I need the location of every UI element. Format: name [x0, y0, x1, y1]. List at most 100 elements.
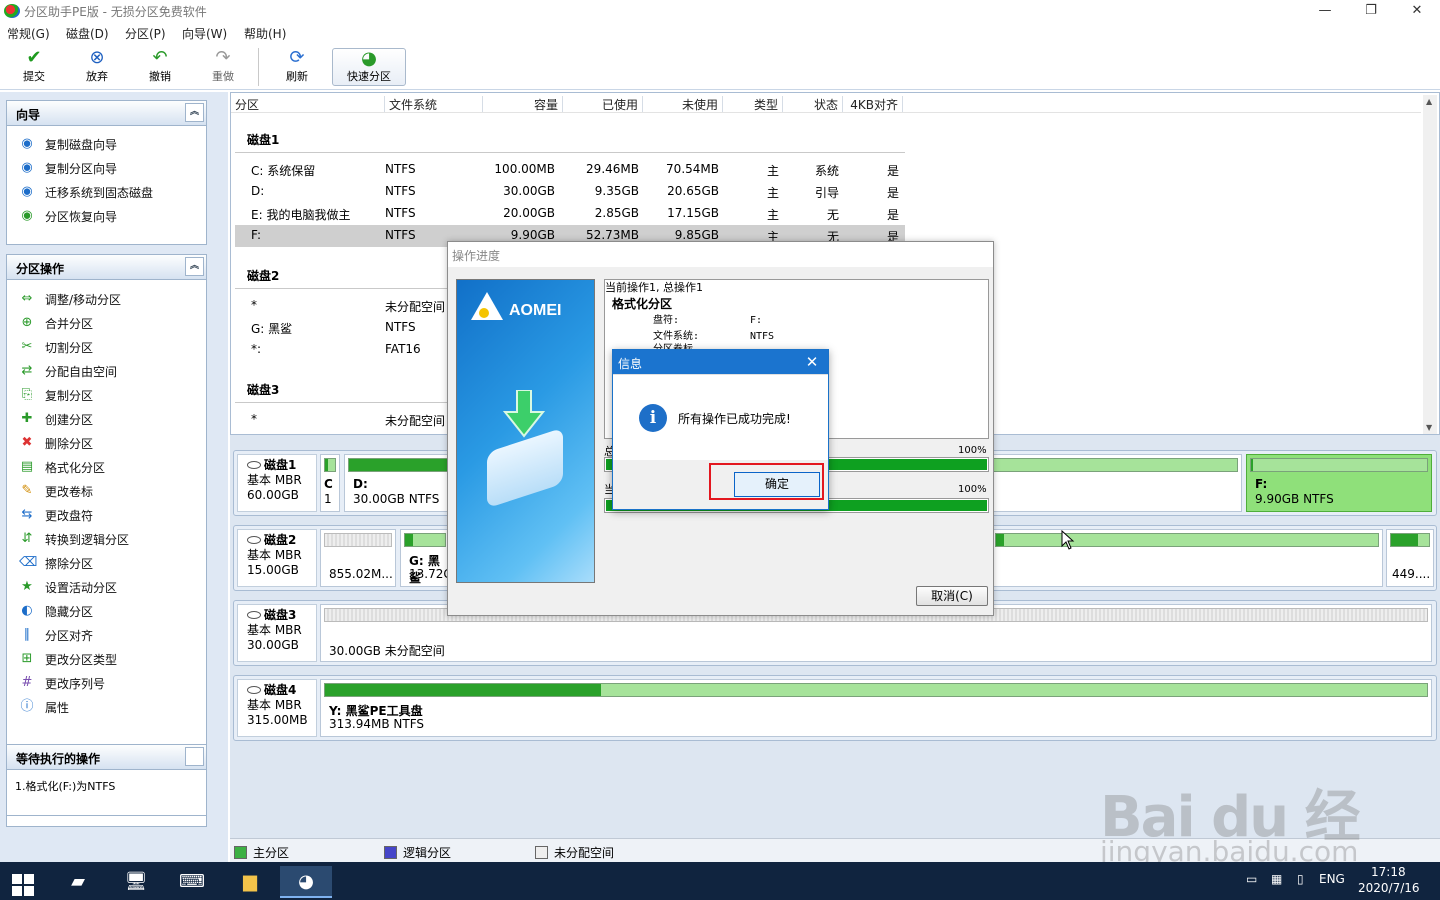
partition-op-item[interactable]: ▤ 格式化分区: [7, 455, 206, 479]
partition-block[interactable]: [991, 529, 1383, 587]
partition-block[interactable]: 855.02M...: [320, 529, 396, 587]
disk-size: 30.00GB: [247, 638, 299, 652]
scroll-down-icon[interactable]: ▼: [1426, 423, 1432, 432]
network-tray-icon[interactable]: ▭: [1246, 872, 1257, 886]
computer-icon[interactable]: 🖥: [114, 866, 158, 898]
menu-partition[interactable]: 分区(P): [125, 25, 166, 42]
taskbar: ▰ 🖥 ⌨ ▆ ◕ ▭ ▦ ▯ ENG 17:18 2020/7/16: [0, 862, 1440, 900]
vertical-scrollbar[interactable]: ▲ ▼: [1423, 95, 1437, 434]
partition-op-item[interactable]: ✂ 切割分区: [7, 335, 206, 359]
logical-swatch: [384, 846, 397, 859]
redo-button[interactable]: ↷ 重做: [203, 46, 243, 88]
partition-op-item[interactable]: # 更改序列号: [7, 671, 206, 695]
log-line-2: 格式化分区: [612, 297, 673, 311]
col-type[interactable]: 类型: [723, 96, 783, 112]
partition-op-item[interactable]: ⎘ 复制分区: [7, 383, 206, 407]
partition-op-item[interactable]: ⇄ 分配自由空间: [7, 359, 206, 383]
col-status[interactable]: 状态: [783, 96, 843, 112]
partition-assistant-task-icon[interactable]: ◕: [280, 866, 332, 898]
partition-ops-header[interactable]: 分区操作 ︽: [7, 255, 206, 280]
wizard-item-migrate-os[interactable]: ◉ 迁移系统到固态磁盘: [7, 180, 206, 204]
disk-info[interactable]: 磁盘4 基本 MBR 315.00MB: [237, 679, 317, 737]
network-icon[interactable]: ⌨: [170, 866, 214, 898]
table-row[interactable]: E: 我的电脑我做主 NTFS 20.00GB 2.85GB 17.15GB 主 无 是: [235, 203, 905, 225]
partition-block[interactable]: G: 黑鲨 13.72G: [400, 529, 453, 587]
table-row[interactable]: C: 系统保留 NTFS 100.00MB 29.46MB 70.54MB 主 系统 是: [235, 159, 905, 181]
wizard-item-recovery[interactable]: ◉ 分区恢复向导: [7, 204, 206, 228]
partition-op-item[interactable]: ★ 设置活动分区: [7, 575, 206, 599]
disk-info[interactable]: 磁盘3 基本 MBR 30.00GB: [237, 604, 317, 662]
wizard-panel-header[interactable]: 向导 ︽: [7, 101, 206, 126]
col-4k-align[interactable]: 4KB对齐: [843, 96, 903, 112]
cancel-button[interactable]: 取消(C): [916, 586, 988, 606]
partition-op-item[interactable]: ⊞ 更改分区类型: [7, 647, 206, 671]
partition-block[interactable]: 449....: [1386, 529, 1434, 587]
col-unused[interactable]: 未使用: [643, 96, 723, 112]
menu-disk[interactable]: 磁盘(D): [66, 25, 109, 42]
partition-block[interactable]: Y: 黑鲨PE工具盘 313.94MB NTFS: [320, 679, 1432, 737]
partition-op-item[interactable]: ✖ 删除分区: [7, 431, 206, 455]
language-indicator[interactable]: ENG: [1319, 872, 1345, 886]
partition-op-item[interactable]: ✎ 更改卷标: [7, 479, 206, 503]
table-cell: E: 我的电脑我做主: [251, 208, 351, 222]
discard-button[interactable]: ⊗ 放弃: [77, 46, 117, 88]
aomei-brand: AOMEI: [509, 302, 562, 319]
primary-swatch: [234, 846, 247, 859]
app-icon: [4, 4, 20, 18]
disk-info[interactable]: 磁盘1 基本 MBR 60.00GB: [237, 454, 317, 512]
folder-icon[interactable]: ▆: [228, 866, 272, 898]
minimize-button[interactable]: —: [1302, 0, 1348, 22]
partition-op-item[interactable]: ◐ 隐藏分区: [7, 599, 206, 623]
partition-op-icon: ✚: [21, 411, 33, 426]
partition-op-item[interactable]: ⓘ 属性: [7, 695, 206, 719]
table-cell: NTFS: [385, 206, 416, 220]
disk-map-row[interactable]: 磁盘4 基本 MBR 315.00MB Y: 黑鲨PE工具盘 313.94MB NTFS: [233, 675, 1437, 741]
wizard-item-copy-disk[interactable]: ◉ 复制磁盘向导: [7, 132, 206, 156]
scroll-up-icon[interactable]: ▲: [1426, 97, 1432, 106]
partition-block[interactable]: F: 9.90GB NTFS: [1246, 454, 1432, 512]
disk-info[interactable]: 磁盘2 基本 MBR 15.00GB: [237, 529, 317, 587]
partition-op-label: 创建分区: [45, 413, 94, 427]
clock-time[interactable]: 17:18: [1371, 865, 1406, 879]
menu-general[interactable]: 常规(G): [7, 25, 50, 42]
partition-op-item[interactable]: ⇵ 转换到逻辑分区: [7, 527, 206, 551]
clock-date[interactable]: 2020/7/16: [1358, 881, 1420, 895]
partition-op-item[interactable]: ✚ 创建分区: [7, 407, 206, 431]
refresh-button[interactable]: ⟳ 刷新: [277, 46, 317, 88]
table-cell: 52.73MB: [586, 228, 639, 242]
pending-item[interactable]: 1.格式化(F:)为NTFS: [7, 770, 206, 802]
usb-tray-icon[interactable]: ▯: [1297, 872, 1304, 886]
col-filesystem[interactable]: 文件系统: [389, 96, 483, 112]
wizard-item-copy-partition[interactable]: ◉ 复制分区向导: [7, 156, 206, 180]
col-partition[interactable]: 分区: [235, 96, 385, 112]
submit-button[interactable]: ✔ 提交: [14, 46, 54, 88]
partition-op-item[interactable]: ⇔ 调整/移动分区: [7, 287, 206, 311]
dialog-close-icon[interactable]: ✕: [796, 350, 828, 375]
partition-op-label: 分区对齐: [45, 629, 94, 643]
collapse-icon[interactable]: ︽: [185, 257, 204, 276]
partition-op-item[interactable]: ⇆ 更改盘符: [7, 503, 206, 527]
quick-partition-button[interactable]: ◕ 快速分区: [332, 48, 406, 86]
partition-op-item[interactable]: ⌫ 擦除分区: [7, 551, 206, 575]
pending-toggle[interactable]: [185, 747, 204, 766]
disk-tool-icon[interactable]: ▰: [56, 866, 100, 898]
redo-icon: ↷: [215, 47, 231, 68]
legend-unallocated: 未分配空间: [535, 844, 614, 861]
table-row[interactable]: D: NTFS 30.00GB 9.35GB 20.65GB 主 引导 是: [235, 181, 905, 203]
restore-button[interactable]: ❐: [1348, 0, 1394, 22]
partition-name: F:: [1255, 477, 1268, 491]
menu-help[interactable]: 帮助(H): [244, 25, 286, 42]
partition-op-item[interactable]: ⊕ 合并分区: [7, 311, 206, 335]
partition-op-label: 设置活动分区: [45, 581, 118, 595]
color-tray-icon[interactable]: ▦: [1271, 872, 1282, 886]
partition-op-label: 切割分区: [45, 341, 94, 355]
col-used[interactable]: 已使用: [563, 96, 643, 112]
collapse-icon[interactable]: ︽: [185, 103, 204, 122]
partition-block[interactable]: C1: [320, 454, 340, 512]
start-button[interactable]: [0, 866, 44, 898]
partition-op-item[interactable]: ∥ 分区对齐: [7, 623, 206, 647]
menu-wizard[interactable]: 向导(W): [182, 25, 227, 42]
close-button[interactable]: ✕: [1394, 0, 1440, 22]
col-capacity[interactable]: 容量: [483, 96, 563, 112]
undo-button[interactable]: ↶ 撤销: [140, 46, 180, 88]
